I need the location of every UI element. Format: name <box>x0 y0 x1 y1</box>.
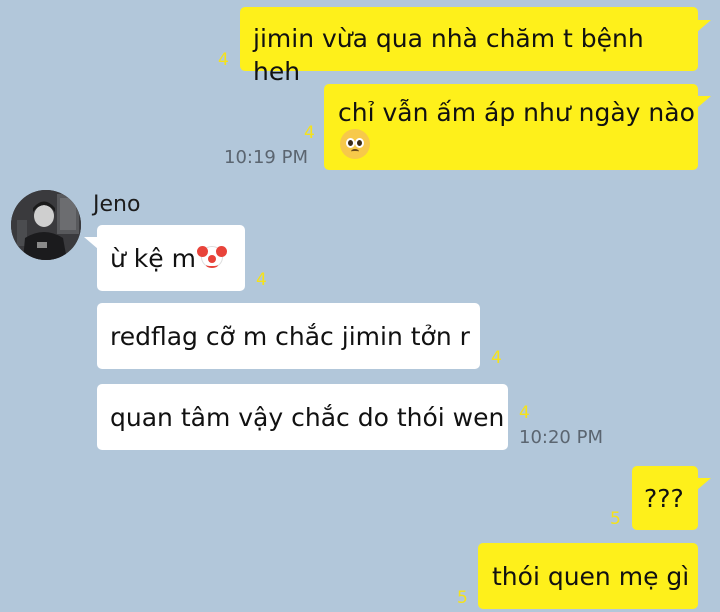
bubble-tail <box>697 96 711 108</box>
message-bubble-outgoing[interactable]: thói quen mẹ gì <box>478 543 698 609</box>
message-timestamp: 10:19 PM <box>224 147 308 168</box>
message-text: thói quen mẹ gì <box>492 562 690 591</box>
message-bubble-outgoing[interactable]: chỉ vẫn ấm áp như ngày nào <box>324 84 698 170</box>
message-bubble-incoming[interactable]: quan tâm vậy chắc do thói wen <box>97 384 508 450</box>
unread-count: 4 <box>218 50 229 70</box>
bubble-tail <box>697 20 711 32</box>
message-bubble-outgoing[interactable]: ??? <box>632 466 698 530</box>
message-text: ??? <box>644 484 684 513</box>
unread-count: 4 <box>304 123 315 143</box>
contact-name: Jeno <box>93 192 141 217</box>
unread-count: 4 <box>519 403 530 423</box>
bubble-tail <box>697 478 711 490</box>
pleading-face-emoji <box>340 129 370 159</box>
message-text: quan tâm vậy chắc do thói wen <box>110 403 505 432</box>
unread-count: 5 <box>457 588 468 608</box>
bubble-tail <box>84 237 98 249</box>
contact-avatar[interactable] <box>11 190 81 260</box>
message-text: redflag cỡ m chắc jimin tởn r <box>110 322 470 351</box>
message-timestamp: 10:20 PM <box>519 427 603 448</box>
message-bubble-incoming[interactable]: ừ kệ m <box>97 225 245 291</box>
clown-face-emoji <box>196 242 227 272</box>
message-text: chỉ vẫn ấm áp như ngày nào <box>338 98 695 127</box>
unread-count: 4 <box>256 270 267 290</box>
avatar-photo-icon <box>11 190 81 260</box>
message-text: jimin vừa qua nhà chăm t bệnh heh <box>253 24 652 86</box>
message-bubble-outgoing[interactable]: jimin vừa qua nhà chăm t bệnh heh <box>240 7 698 86</box>
message-bubble-incoming[interactable]: redflag cỡ m chắc jimin tởn r <box>97 303 480 369</box>
unread-count: 5 <box>610 509 621 529</box>
message-text: ừ kệ m <box>110 244 196 273</box>
unread-count: 4 <box>491 348 502 368</box>
